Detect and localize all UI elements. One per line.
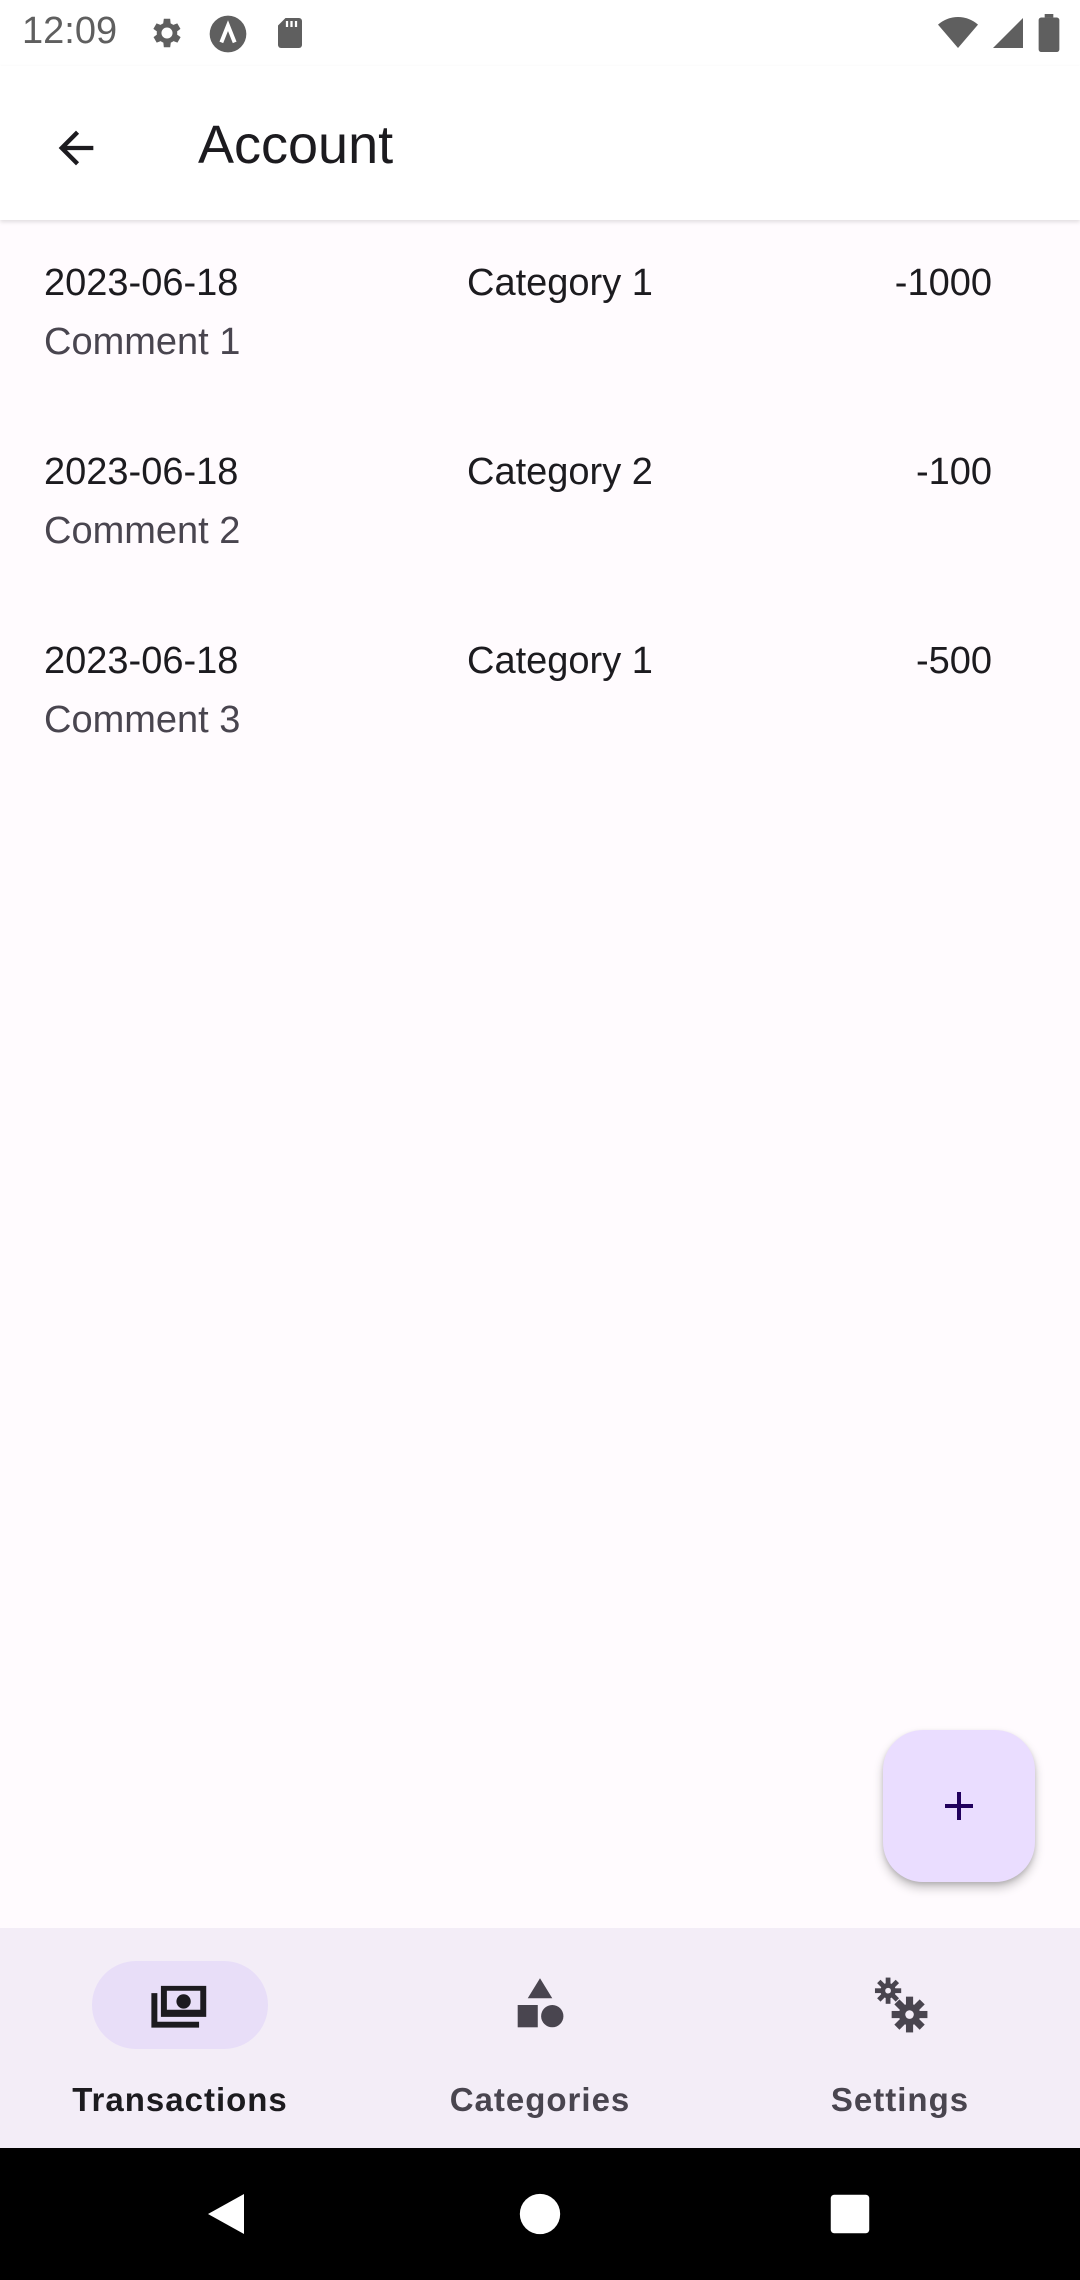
transaction-comment: Comment 3 bbox=[44, 699, 241, 741]
nav-label-transactions: Transactions bbox=[72, 2081, 288, 2118]
transaction-amount: -1000 bbox=[894, 262, 992, 304]
system-recents-button[interactable] bbox=[810, 2174, 890, 2254]
wifi-icon bbox=[938, 15, 978, 56]
nav-indicator bbox=[452, 1961, 628, 2049]
system-navigation-bar bbox=[0, 2148, 1080, 2280]
transaction-date: 2023-06-18 bbox=[44, 262, 239, 304]
status-bar: 12:09 bbox=[0, 0, 1080, 66]
status-right-icons bbox=[938, 14, 1060, 57]
home-circle-icon bbox=[519, 2193, 561, 2235]
bottom-navigation: Transactions Categories Settings bbox=[0, 1928, 1080, 2148]
nav-label-settings: Settings bbox=[830, 2081, 970, 2118]
back-button[interactable] bbox=[40, 112, 112, 184]
transaction-row[interactable]: 2023-06-18 Comment 3 Category 1 -500 bbox=[0, 598, 1080, 787]
back-triangle-icon bbox=[208, 2194, 244, 2234]
nav-item-categories[interactable]: Categories bbox=[360, 1928, 720, 2148]
transaction-comment: Comment 2 bbox=[44, 510, 241, 552]
transaction-category: Category 2 bbox=[467, 451, 653, 493]
nav-item-transactions[interactable]: Transactions bbox=[0, 1928, 360, 2148]
sd-card-icon bbox=[272, 14, 310, 52]
system-back-button[interactable] bbox=[186, 2174, 266, 2254]
transaction-row[interactable]: 2023-06-18 Comment 2 Category 2 -100 bbox=[0, 409, 1080, 598]
transaction-category: Category 1 bbox=[467, 640, 653, 682]
settings-gear-icon bbox=[148, 14, 186, 52]
top-app-bar: Account bbox=[0, 66, 1080, 220]
shapes-icon bbox=[517, 1978, 564, 2028]
status-time: 12:09 bbox=[22, 10, 118, 52]
a-letter-icon bbox=[208, 14, 247, 53]
transaction-list: 2023-06-18 Comment 1 Category 1 -1000 20… bbox=[0, 220, 1080, 787]
nav-item-settings[interactable]: Settings bbox=[720, 1928, 1080, 2148]
transaction-comment: Comment 1 bbox=[44, 321, 241, 363]
transaction-amount: -100 bbox=[915, 451, 992, 493]
transaction-category: Category 1 bbox=[467, 262, 653, 304]
signal-icon bbox=[990, 15, 1026, 56]
add-transaction-button[interactable] bbox=[883, 1730, 1035, 1882]
recents-square-icon bbox=[830, 2194, 870, 2234]
battery-icon bbox=[1038, 14, 1060, 57]
nav-label-categories: Categories bbox=[449, 2081, 631, 2118]
gears-icon bbox=[874, 1977, 928, 2033]
nav-active-indicator bbox=[92, 1961, 268, 2049]
system-home-button[interactable] bbox=[500, 2174, 580, 2254]
arrow-back-icon bbox=[58, 130, 94, 166]
money-icon bbox=[151, 1985, 207, 2028]
transaction-row[interactable]: 2023-06-18 Comment 1 Category 1 -1000 bbox=[0, 220, 1080, 409]
transaction-date: 2023-06-18 bbox=[44, 640, 239, 682]
page-title: Account bbox=[198, 115, 394, 175]
transaction-amount: -500 bbox=[915, 640, 992, 682]
transaction-date: 2023-06-18 bbox=[44, 451, 239, 493]
plus-icon bbox=[945, 1792, 973, 1820]
nav-indicator bbox=[812, 1961, 988, 2049]
